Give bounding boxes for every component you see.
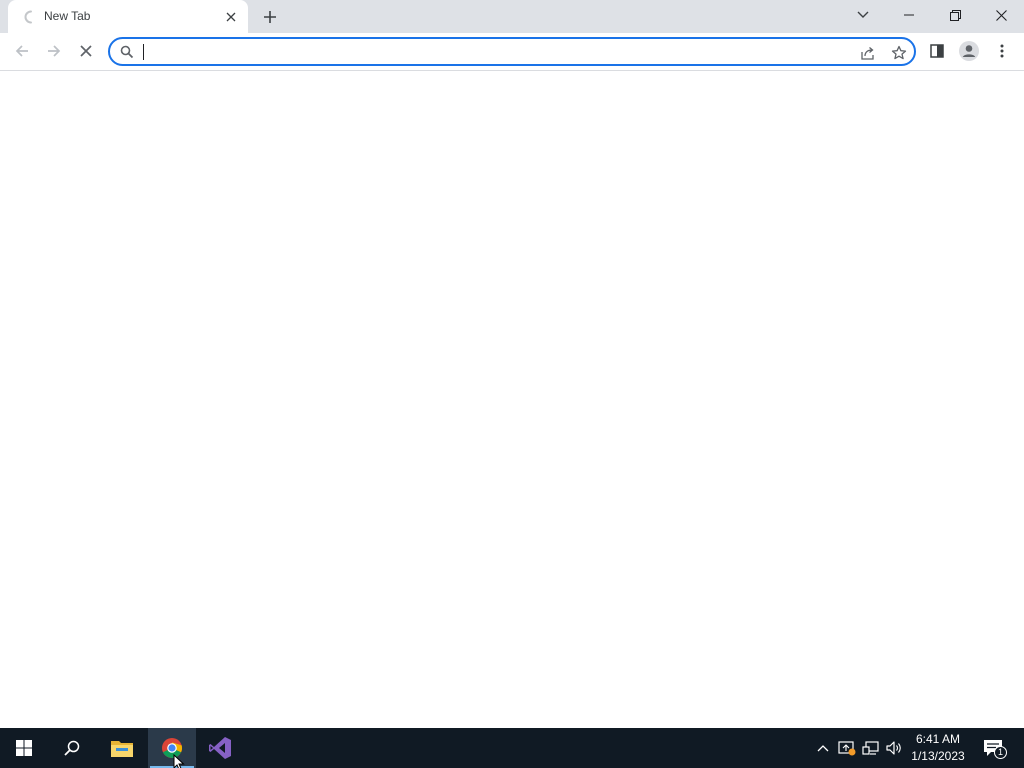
restore-button[interactable] xyxy=(932,0,978,30)
visual-studio-button[interactable] xyxy=(196,728,244,768)
tab-search-chevron-icon[interactable] xyxy=(840,0,886,30)
clock-date: 1/13/2023 xyxy=(911,749,965,763)
folder-icon xyxy=(111,741,133,757)
taskbar: 6:41 AM 1/13/2023 1 xyxy=(0,728,1024,768)
new-tab-button[interactable] xyxy=(258,5,282,29)
clock-time: 6:41 AM xyxy=(915,732,961,746)
more-options-icon[interactable] xyxy=(989,38,1015,64)
windows-logo-icon xyxy=(16,740,32,756)
file-explorer-button[interactable] xyxy=(98,728,146,768)
profile-avatar-icon[interactable] xyxy=(956,38,982,64)
minimize-button[interactable] xyxy=(886,0,932,30)
volume-icon[interactable] xyxy=(884,738,904,758)
forward-button[interactable] xyxy=(39,36,69,66)
mouse-cursor-icon xyxy=(173,754,185,768)
system-clock[interactable]: 6:41 AM 1/13/2023 xyxy=(906,731,970,765)
action-center-button[interactable]: 1 xyxy=(980,736,1007,760)
side-panel-icon[interactable] xyxy=(924,38,950,64)
share-icon[interactable] xyxy=(858,43,878,63)
desktop: New Tab 6:41 AM 1/13/2023 1 xyxy=(0,0,1024,768)
address-bar[interactable] xyxy=(108,37,916,66)
tab-close-icon[interactable] xyxy=(222,8,240,26)
address-input[interactable] xyxy=(142,41,842,62)
search-icon xyxy=(120,45,134,59)
bookmark-star-icon[interactable] xyxy=(889,43,909,63)
tab-strip: New Tab xyxy=(0,0,1024,33)
chrome-taskbar-button[interactable] xyxy=(148,728,196,768)
network-icon[interactable] xyxy=(861,738,881,758)
search-icon xyxy=(64,740,80,756)
back-button[interactable] xyxy=(7,36,37,66)
loading-spinner-icon xyxy=(24,10,32,24)
taskbar-search-button[interactable] xyxy=(48,728,96,768)
stop-loading-button[interactable] xyxy=(71,36,101,66)
notification-count-badge: 1 xyxy=(994,746,1007,759)
text-caret xyxy=(143,44,144,60)
security-alert-icon[interactable] xyxy=(837,738,857,758)
visual-studio-icon xyxy=(209,737,231,759)
browser-toolbar xyxy=(0,33,1024,71)
page-content xyxy=(0,71,1024,728)
close-window-button[interactable] xyxy=(978,0,1024,30)
show-hidden-icons-chevron-icon[interactable] xyxy=(813,738,833,758)
tab-new-tab[interactable]: New Tab xyxy=(8,0,248,33)
tab-title: New Tab xyxy=(44,9,91,23)
start-button[interactable] xyxy=(0,728,48,768)
